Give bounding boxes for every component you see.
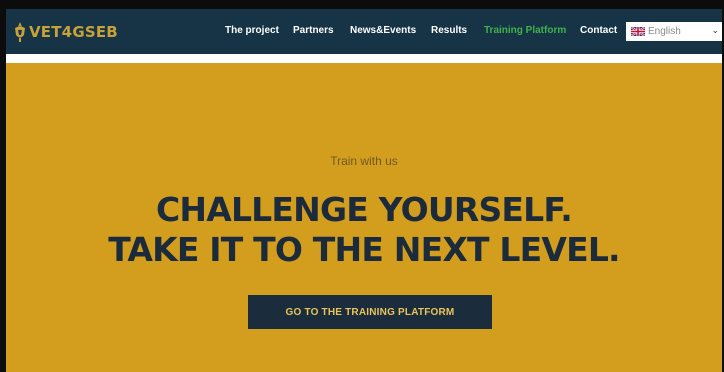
go-to-training-platform-button[interactable]: GO TO THE TRAINING PLATFORM (248, 295, 492, 329)
hero-section: Train with us CHALLENGE YOURSELF. TAKE I… (6, 63, 722, 372)
nav-item-training-platform[interactable]: Training Platform (484, 25, 566, 36)
browser-frame: VET4GSEB The project Partners News&Event… (0, 0, 724, 372)
nav-item-results[interactable]: Results (431, 25, 467, 36)
language-selected-label: English (648, 26, 681, 37)
uk-flag-icon (631, 27, 645, 36)
chevron-down-icon: ⌄ (711, 25, 719, 35)
header-divider (6, 54, 722, 63)
site-logo[interactable]: VET4GSEB (12, 21, 118, 43)
language-select[interactable]: English ⌄ (626, 22, 722, 41)
hero-headline-line-1: CHALLENGE YOURSELF. (155, 190, 573, 229)
site-header: VET4GSEB The project Partners News&Event… (6, 9, 722, 54)
nav-item-news-events[interactable]: News&Events (350, 25, 416, 36)
hero-headline-line-2: TAKE IT TO THE NEXT LEVEL. (108, 230, 620, 269)
nav-item-partners[interactable]: Partners (293, 25, 334, 36)
nav-item-the-project[interactable]: The project (225, 25, 279, 36)
logo-emblem-icon (15, 21, 25, 42)
nav-item-contact[interactable]: Contact (580, 25, 617, 36)
logo-text: VET4GSEB (29, 22, 118, 41)
hero-eyebrow: Train with us (330, 154, 398, 168)
